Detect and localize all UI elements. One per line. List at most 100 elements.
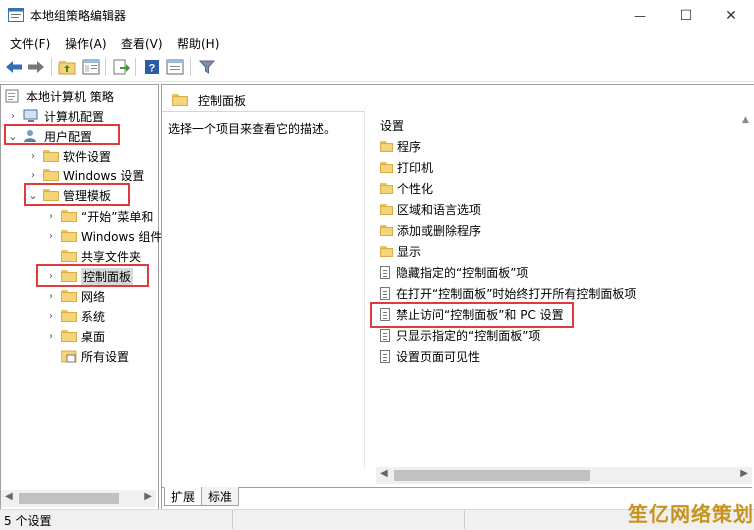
chevron-right-icon[interactable]: › <box>45 331 57 342</box>
chevron-right-icon[interactable]: › <box>45 231 57 242</box>
tree-item-start-menu[interactable]: › “开始”菜单和 <box>45 206 153 226</box>
settings-horizontal-scrollbar[interactable]: ◀ ▶ <box>376 467 752 484</box>
details-header-title: 控制面板 <box>172 90 246 110</box>
forward-button[interactable] <box>26 57 46 77</box>
tabs-divider <box>162 487 752 488</box>
chevron-right-icon[interactable]: › <box>27 170 39 181</box>
highlight-prohibit-access <box>370 302 574 328</box>
menu-help[interactable]: 帮助(H) <box>177 35 219 52</box>
maximize-icon: ☐ <box>679 7 693 24</box>
chevron-right-icon[interactable]: › <box>45 211 57 222</box>
tree-item-desktop[interactable]: › 桌面 <box>45 326 105 346</box>
scroll-left-icon[interactable]: ◀ <box>380 468 388 479</box>
watermark-logo: 笙亿网络策划 <box>628 502 754 526</box>
settings-policy-row[interactable]: 在打开“控制面板”时始终打开所有控制面板项 <box>380 284 636 303</box>
tree-label-windows-settings: Windows 设置 <box>63 168 145 183</box>
tab-standard[interactable]: 标准 <box>201 487 240 506</box>
window-title: 本地组策略编辑器 <box>30 9 127 23</box>
scroll-right-icon[interactable]: ▶ <box>144 491 152 502</box>
chevron-right-icon[interactable]: › <box>45 291 57 302</box>
toolbar-separator <box>190 58 191 76</box>
computer-icon <box>23 109 39 123</box>
description-text: 选择一个项目来查看它的描述。 <box>168 122 337 136</box>
export-list-button[interactable] <box>111 57 131 77</box>
settings-folder-label: 添加或删除程序 <box>397 224 482 238</box>
folder-icon <box>61 210 77 222</box>
menu-file[interactable]: 文件(F) <box>10 35 50 52</box>
folder-icon <box>380 225 393 236</box>
settings-folder-label: 显示 <box>397 245 422 259</box>
settings-folder-row[interactable]: 显示 <box>380 242 421 261</box>
tree-label-windows-components: Windows 组件 <box>81 229 163 244</box>
folder-icon <box>380 204 393 215</box>
tree-item-shared-folders[interactable]: 共享文件夹 <box>45 246 141 266</box>
tree-item-network[interactable]: › 网络 <box>45 286 105 306</box>
settings-policy-label: 设置页面可见性 <box>396 350 481 364</box>
column-collapse-icon[interactable]: ▲ <box>742 115 749 125</box>
menu-action[interactable]: 操作(A) <box>65 35 107 52</box>
export-list-icon <box>113 59 130 75</box>
tree-horizontal-scrollbar[interactable]: ◀ ▶ <box>1 490 156 507</box>
filter-button[interactable] <box>197 57 217 77</box>
chevron-right-icon[interactable]: › <box>45 311 57 322</box>
close-button[interactable]: ✕ <box>708 0 754 31</box>
back-button[interactable] <box>4 57 24 77</box>
tree-label-all-settings: 所有设置 <box>81 349 130 364</box>
show-hide-tree-button[interactable] <box>81 57 101 77</box>
settings-folder-row[interactable]: 添加或删除程序 <box>380 221 481 240</box>
folder-icon <box>61 330 77 342</box>
toolbar-separator <box>51 58 52 76</box>
status-divider <box>464 510 465 529</box>
tree-item-computer-config[interactable]: › 计算机配置 <box>7 106 104 126</box>
settings-folder-row[interactable]: 打印机 <box>380 158 433 177</box>
details-header-label: 控制面板 <box>198 93 247 108</box>
folder-icon <box>61 290 77 302</box>
settings-folder-row[interactable]: 个性化 <box>380 179 433 198</box>
chevron-right-icon[interactable]: › <box>7 111 19 122</box>
menu-bar <box>0 31 754 53</box>
tree-item-software-settings[interactable]: › 软件设置 <box>27 146 111 166</box>
minimize-button[interactable]: — <box>617 0 663 31</box>
description-column <box>162 112 362 467</box>
properties-pane-button[interactable] <box>165 57 185 77</box>
folder-icon <box>43 169 59 181</box>
settings-folder-label: 打印机 <box>397 161 434 175</box>
show-hide-tree-icon <box>82 59 100 75</box>
settings-folder-row[interactable]: 区域和语言选项 <box>380 200 481 219</box>
up-folder-icon <box>58 61 76 75</box>
settings-policy-label: 只显示指定的“控制面板”项 <box>396 329 541 343</box>
back-icon <box>6 61 22 73</box>
scroll-thumb[interactable] <box>394 470 590 481</box>
tree-item-windows-components[interactable]: › Windows 组件 <box>45 226 162 246</box>
tab-extended-label: 扩展 <box>171 490 196 504</box>
policy-setting-icon <box>380 266 390 279</box>
folder-icon <box>61 230 77 242</box>
svg-text:?: ? <box>149 63 156 75</box>
settings-policy-row[interactable]: 隐藏指定的“控制面板”项 <box>380 263 528 282</box>
settings-policy-label: 隐藏指定的“控制面板”项 <box>396 266 529 280</box>
chevron-right-icon[interactable]: › <box>27 151 39 162</box>
folder-icon <box>380 162 393 173</box>
tree-item-root[interactable]: 本地计算机 策略 <box>5 86 114 106</box>
scroll-thumb[interactable] <box>19 493 119 504</box>
tree-item-windows-settings[interactable]: › Windows 设置 <box>27 165 144 185</box>
close-icon: ✕ <box>725 7 737 24</box>
maximize-button[interactable]: ☐ <box>663 0 709 31</box>
scroll-left-icon[interactable]: ◀ <box>5 491 13 502</box>
settings-policy-row[interactable]: 设置页面可见性 <box>380 347 480 366</box>
tree-item-system[interactable]: › 系统 <box>45 306 105 326</box>
highlight-admin-templates <box>24 183 130 206</box>
scroll-right-icon[interactable]: ▶ <box>740 468 748 479</box>
menu-view[interactable]: 查看(V) <box>121 35 163 52</box>
folder-icon <box>380 183 393 194</box>
settings-column-header[interactable]: 设置 <box>380 117 404 134</box>
forward-icon <box>28 61 44 73</box>
settings-policy-row[interactable]: 只显示指定的“控制面板”项 <box>380 326 540 345</box>
tab-extended[interactable]: 扩展 <box>164 487 203 506</box>
settings-folder-row[interactable]: 程序 <box>380 137 421 156</box>
tree-label-start-menu: “开始”菜单和 <box>81 209 154 224</box>
help-button[interactable]: ? <box>142 57 162 77</box>
all-settings-icon <box>61 349 77 363</box>
tree-item-all-settings[interactable]: 所有设置 <box>45 346 129 366</box>
up-folder-button[interactable] <box>57 57 77 77</box>
